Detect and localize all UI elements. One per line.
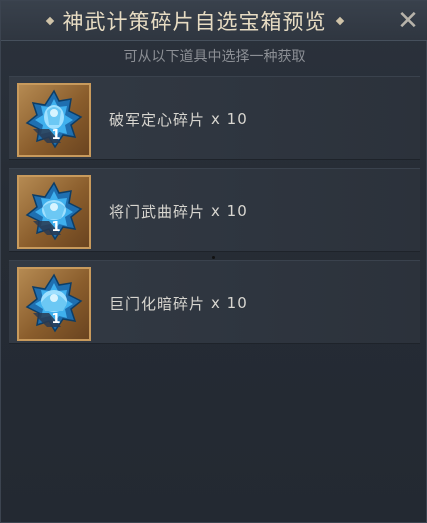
- item-quantity: x 10: [211, 202, 248, 220]
- title-bar: 神武计策碎片自选宝箱预览 ✕: [1, 1, 427, 41]
- item-label: 将门武曲碎片 x 10: [109, 169, 248, 253]
- item-name: 将门武曲碎片: [109, 202, 206, 221]
- item-quantity: x 10: [211, 110, 248, 128]
- title-diamond-right-icon: [335, 16, 344, 26]
- dialog-subtitle: 可从以下道具中选择一种获取: [123, 49, 306, 65]
- item-count: 1: [51, 312, 61, 327]
- dialog-title-wrap: 神武计策碎片自选宝箱预览: [1, 1, 388, 41]
- close-icon: ✕: [397, 6, 419, 36]
- item-name: 破军定心碎片: [109, 110, 206, 129]
- item-row[interactable]: 1 巨门化暗碎片 x 10: [9, 260, 420, 344]
- item-count: 1: [51, 128, 61, 143]
- item-label: 巨门化暗碎片 x 10: [109, 261, 248, 345]
- dialog-title: 神武计策碎片自选宝箱预览: [62, 10, 327, 34]
- chest-preview-dialog: 神武计策碎片自选宝箱预览 ✕ 可从以下道具中选择一种获取 1 破军定心碎片 x …: [0, 0, 427, 523]
- close-button[interactable]: ✕: [394, 7, 422, 35]
- item-count: 1: [51, 220, 61, 235]
- item-icon-frame[interactable]: 1: [17, 175, 91, 249]
- item-quantity: x 10: [211, 294, 248, 312]
- item-icon-frame[interactable]: 1: [17, 267, 91, 341]
- item-label: 破军定心碎片 x 10: [109, 77, 248, 161]
- decorative-dot: [212, 256, 215, 259]
- title-diamond-left-icon: [45, 16, 54, 26]
- item-name: 巨门化暗碎片: [109, 294, 206, 313]
- item-row[interactable]: 1 将门武曲碎片 x 10: [9, 168, 420, 252]
- item-row[interactable]: 1 破军定心碎片 x 10: [9, 76, 420, 160]
- item-icon-frame[interactable]: 1: [17, 83, 91, 157]
